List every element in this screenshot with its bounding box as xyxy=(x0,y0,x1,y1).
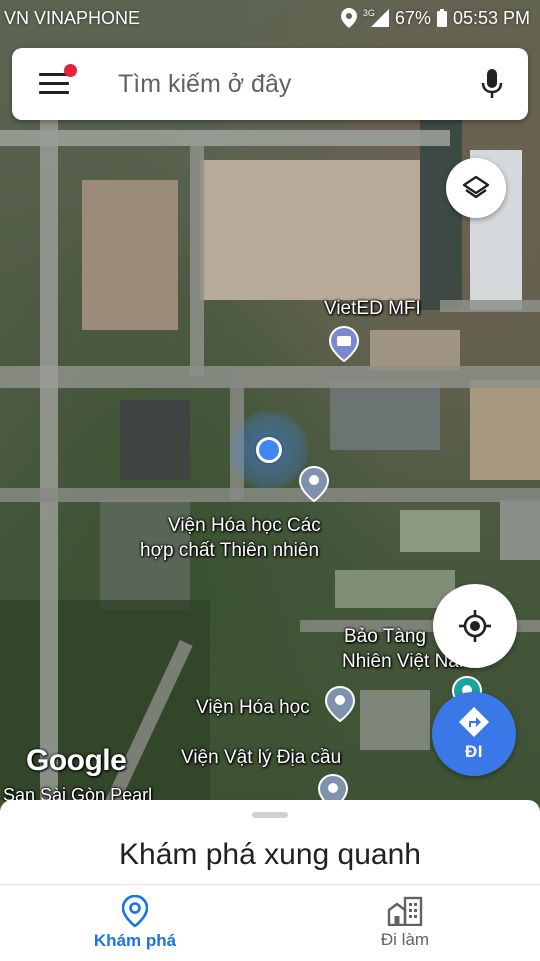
signal-icon xyxy=(370,9,389,27)
search-bar[interactable]: Tìm kiếm ở đây xyxy=(12,48,528,120)
sheet-drag-handle[interactable] xyxy=(252,812,288,818)
directions-arrow-icon xyxy=(459,707,489,737)
map-label-vien-vat-ly[interactable]: Viện Vật lý Địa cầu xyxy=(181,746,341,770)
search-input[interactable]: Tìm kiếm ở đây xyxy=(96,70,456,99)
land-parcel xyxy=(370,330,460,370)
map-label-bao-tang-line1[interactable]: Bảo Tàng xyxy=(344,625,426,649)
commute-buildings-icon xyxy=(387,896,423,926)
construction-site xyxy=(82,180,178,330)
notification-dot xyxy=(64,64,77,77)
explore-pin-icon xyxy=(122,895,148,927)
bottom-navigation: Khám phá Đi làm xyxy=(0,884,540,961)
voice-search-button[interactable] xyxy=(456,48,528,120)
building-block xyxy=(360,690,430,750)
road xyxy=(440,300,540,312)
hamburger-menu-icon xyxy=(39,73,69,94)
my-location-button[interactable] xyxy=(433,584,517,668)
building-block xyxy=(420,120,462,310)
nav-label-commute: Đi làm xyxy=(380,930,430,949)
place-pin-vien-hoa-hoc-cac[interactable] xyxy=(299,466,329,502)
clock: 05:53 PM xyxy=(452,7,530,28)
map-label-vieted[interactable]: VietED MFI xyxy=(324,297,421,321)
battery-percent: 67% xyxy=(394,7,431,28)
explore-sheet[interactable]: Khám phá xung quanh xyxy=(0,800,540,890)
nav-item-explore[interactable]: Khám phá xyxy=(0,885,270,961)
map-label-vien-hoa-hoc-cac-line2[interactable]: hợp chất Thiên nhiên xyxy=(140,539,319,563)
google-logo: Google xyxy=(26,744,127,777)
nav-item-commute[interactable]: Đi làm xyxy=(270,885,540,961)
status-icons: 3G 67% 05:53 PM xyxy=(340,7,530,29)
road xyxy=(0,366,540,388)
road xyxy=(190,146,204,376)
place-pin-vien-hoa-hoc[interactable] xyxy=(325,686,355,722)
sports-field xyxy=(400,510,480,552)
layers-icon xyxy=(462,175,490,199)
crosshair-location-icon xyxy=(459,610,491,642)
menu-button[interactable] xyxy=(12,48,96,120)
carrier-name: VN VINAPHONE xyxy=(4,7,141,28)
construction-site xyxy=(200,160,422,300)
map-label-vien-hoa-hoc[interactable]: Viện Hóa học xyxy=(196,696,310,720)
place-pin-vieted[interactable] xyxy=(329,326,359,362)
road xyxy=(0,130,450,146)
sports-field xyxy=(335,570,455,608)
building-block xyxy=(120,400,190,480)
road xyxy=(40,120,58,820)
land-parcel xyxy=(470,380,540,480)
status-bar: VN VINAPHONE 3G 67% 05:53 PM xyxy=(0,0,540,36)
sheet-title: Khám phá xung quanh xyxy=(119,838,421,871)
microphone-icon xyxy=(481,69,503,98)
go-button-label: ĐI xyxy=(465,742,483,761)
nav-label-explore: Khám phá xyxy=(93,931,177,950)
building-block xyxy=(500,500,540,560)
building-block xyxy=(330,380,440,450)
current-location-dot[interactable] xyxy=(256,437,282,463)
road xyxy=(0,488,540,502)
battery-icon xyxy=(436,9,447,27)
layers-button[interactable] xyxy=(446,158,506,218)
directions-go-button[interactable]: ĐI xyxy=(432,692,516,776)
location-icon xyxy=(340,8,357,28)
map-label-vien-hoa-hoc-cac-line1[interactable]: Viện Hóa học Các xyxy=(168,514,321,538)
